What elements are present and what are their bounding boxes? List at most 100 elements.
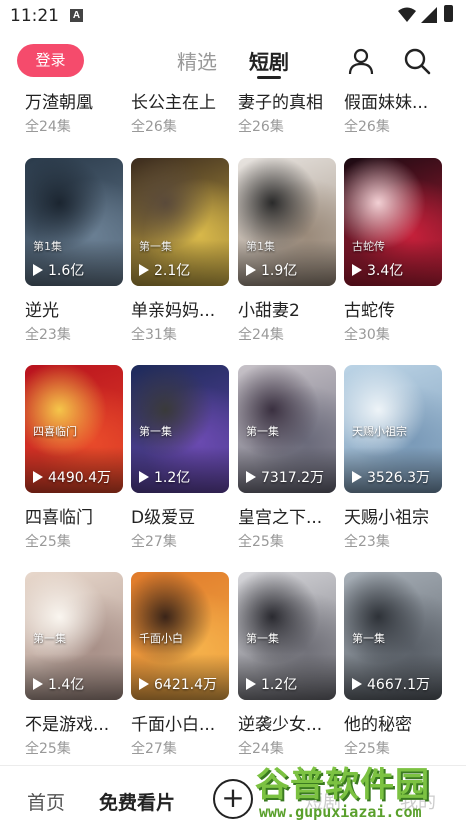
drama-title: 千面小白... [131, 715, 216, 735]
drama-card[interactable]: 第一集 1.2亿 逆袭少女... 全24集 [238, 572, 336, 758]
watermark: 谷普软件园 www.gupuxiazai.com [255, 757, 465, 827]
play-icon [33, 264, 43, 276]
play-icon [352, 264, 362, 276]
play-count: 1.2亿 [246, 674, 297, 694]
watermark-url: www.gupuxiazai.com [259, 803, 422, 821]
episode-count: 全24集 [238, 327, 284, 343]
play-count: 1.2亿 [139, 467, 190, 487]
play-count: 1.9亿 [246, 260, 297, 280]
episode-count: 全27集 [131, 741, 177, 757]
play-count: 6421.4万 [139, 674, 217, 694]
poster-caption: 第一集 [246, 632, 279, 645]
drama-card[interactable]: 第一集 7317.2万皇宫之下... 全25集 [238, 365, 336, 551]
drama-poster[interactable]: 第一集 1.2亿 [238, 572, 336, 700]
drama-card[interactable]: 第1集1.6亿逆光全23集 [25, 158, 123, 344]
drama-poster[interactable]: 第一集 1.2亿 [131, 365, 229, 493]
drama-title: 不是游戏... [25, 715, 110, 735]
drama-poster[interactable]: 第一集2.1亿 [131, 158, 229, 286]
play-count-value: 3526.3万 [367, 470, 430, 486]
drama-poster[interactable]: 第一集 7317.2万 [238, 365, 336, 493]
list-item[interactable]: 长公主在上 全26集 [131, 88, 229, 136]
play-count: 7317.2万 [246, 467, 324, 487]
poster-caption: 千面小白 [139, 632, 183, 645]
play-icon [246, 264, 256, 276]
drama-card[interactable]: 古蛇传3.4亿古蛇传全30集 [344, 158, 442, 344]
notification-icon: A [70, 9, 83, 22]
add-button[interactable]: + [213, 779, 253, 819]
episode-count: 全31集 [131, 327, 177, 343]
poster-caption: 四喜临门 [33, 425, 77, 438]
play-count-value: 4490.4万 [48, 470, 111, 486]
drama-title: 长公主在上 [131, 93, 216, 113]
drama-poster[interactable]: 天赐小祖宗 3526.3万 [344, 365, 442, 493]
drama-title: 古蛇传 [344, 301, 395, 321]
play-count-value: 1.2亿 [154, 470, 191, 486]
drama-title: 皇宫之下... [238, 508, 323, 528]
play-count-value: 1.2亿 [261, 677, 298, 693]
drama-title: D级爱豆 [131, 508, 196, 528]
play-icon [246, 678, 256, 690]
drama-title: 他的秘密 [344, 715, 412, 735]
episode-count: 全23集 [344, 534, 390, 550]
episode-count: 全27集 [131, 534, 177, 550]
drama-poster[interactable]: 第一集 1.4亿 [25, 572, 123, 700]
episode-count: 全24集 [25, 119, 71, 135]
episode-count: 全25集 [238, 534, 284, 550]
drama-poster[interactable]: 千面小白 6421.4万 [131, 572, 229, 700]
episode-count: 全25集 [25, 534, 71, 550]
drama-poster[interactable]: 第1集1.9亿 [238, 158, 336, 286]
drama-card[interactable]: 第一集2.1亿单亲妈妈... 全31集 [131, 158, 229, 344]
list-item[interactable]: 妻子的真相 全26集 [238, 88, 336, 136]
play-icon [139, 471, 149, 483]
play-count: 3.4亿 [352, 260, 403, 280]
play-count: 3526.3万 [352, 467, 430, 487]
drama-card[interactable]: 第一集 1.4亿不是游戏... 全25集 [25, 572, 123, 758]
drama-card[interactable]: 第一集 4667.1万 他的秘密 全25集 [344, 572, 442, 758]
episode-count: 全26集 [131, 119, 177, 135]
play-icon [352, 471, 362, 483]
play-icon [33, 678, 43, 690]
episode-count: 全26集 [238, 119, 284, 135]
status-bar: 11:21 A [0, 0, 466, 34]
tab-shorts[interactable]: 短剧 [249, 46, 289, 75]
drama-poster[interactable]: 第一集 4667.1万 [344, 572, 442, 700]
grid-row: 第1集1.6亿逆光全23集第一集2.1亿单亲妈妈...全31集第1集1.9亿小甜… [0, 158, 466, 358]
play-count-value: 6421.4万 [154, 677, 217, 693]
drama-title: 假面妹妹... [344, 93, 429, 113]
drama-title: 四喜临门 [25, 508, 93, 528]
top-partial-row: 万渣朝凰 全24集 长公主在上 全26集 妻子的真相 全26集 假面妹妹... … [0, 88, 466, 140]
play-count-value: 7317.2万 [261, 470, 324, 486]
play-icon [246, 471, 256, 483]
episode-count: 全23集 [25, 327, 71, 343]
list-item[interactable]: 假面妹妹... 全26集 [344, 88, 442, 136]
nav-free-movies[interactable]: 免费看片 [99, 788, 175, 815]
play-count-value: 4667.1万 [367, 677, 430, 693]
play-icon [33, 471, 43, 483]
drama-card[interactable]: 第1集1.9亿小甜妻2 全24集 [238, 158, 336, 344]
user-icon[interactable] [347, 47, 375, 75]
drama-card[interactable]: 第一集 1.2亿 D级爱豆全27集 [131, 365, 229, 551]
list-item[interactable]: 万渣朝凰 全24集 [25, 88, 123, 136]
poster-caption: 第一集 [139, 425, 172, 438]
drama-card[interactable]: 四喜临门 4490.4万 四喜临门 全25集 [25, 365, 123, 551]
poster-caption: 第一集 [246, 425, 279, 438]
play-count: 1.4亿 [33, 674, 84, 694]
active-tab-indicator [257, 76, 281, 79]
nav-home[interactable]: 首页 [27, 788, 65, 815]
drama-card[interactable]: 千面小白 6421.4万千面小白... 全27集 [131, 572, 229, 758]
tab-featured[interactable]: 精选 [177, 46, 217, 75]
drama-title: 天赐小祖宗 [344, 508, 429, 528]
drama-poster[interactable]: 第1集1.6亿 [25, 158, 123, 286]
search-icon[interactable] [403, 47, 431, 75]
login-button[interactable]: 登录 [17, 44, 84, 77]
drama-card[interactable]: 天赐小祖宗 3526.3万天赐小祖宗全23集 [344, 365, 442, 551]
status-time: 11:21 [10, 6, 59, 26]
play-icon [139, 264, 149, 276]
drama-poster[interactable]: 四喜临门 4490.4万 [25, 365, 123, 493]
drama-title: 小甜妻2 [238, 301, 300, 321]
drama-poster[interactable]: 古蛇传3.4亿 [344, 158, 442, 286]
play-count-value: 3.4亿 [367, 263, 404, 279]
episode-count: 全25集 [25, 741, 71, 757]
play-icon [139, 678, 149, 690]
play-count: 4490.4万 [33, 467, 111, 487]
